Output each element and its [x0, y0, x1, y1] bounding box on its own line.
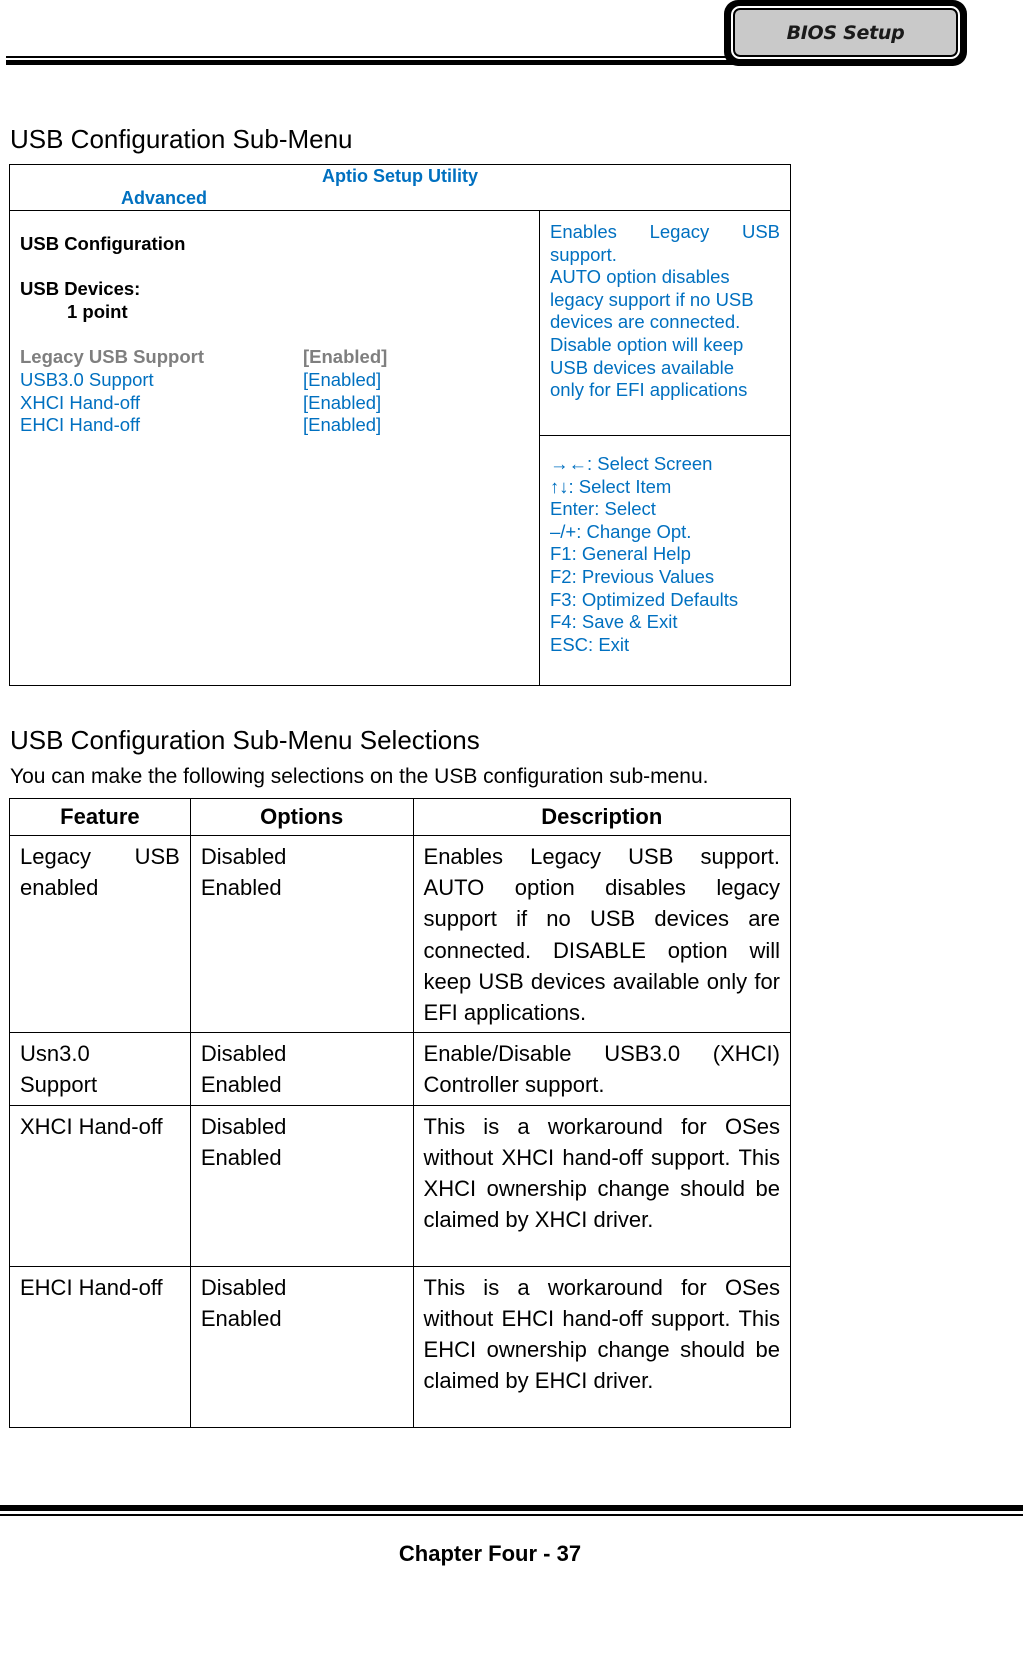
usb-devices-label: USB Devices: [20, 278, 141, 299]
help-line: Enables Legacy USB [550, 221, 780, 244]
header-feature: Feature [9, 798, 191, 836]
help-word: USB [741, 221, 780, 242]
options-cell: Disabled Enabled [189, 1104, 414, 1267]
bios-header: Aptio Setup Utility Advanced [10, 165, 790, 211]
setting-usb30-label[interactable]: USB3.0 Support [20, 369, 154, 392]
header-rule-thin [6, 56, 730, 58]
header-tab-label: BIOS Setup [786, 21, 905, 44]
bios-keys-panel: →←: Select Screen ↑↓: Select Item Enter:… [540, 436, 790, 685]
section-title-selections: USB Configuration Sub-Menu Selections [10, 725, 480, 755]
option-value: Disabled [200, 844, 287, 869]
key-change-opt: –/+: Change Opt. [550, 520, 692, 542]
option-value: Enabled [200, 875, 282, 901]
bios-help-panel: Enables Legacy USB support. AUTO option … [540, 211, 790, 436]
setting-xhci-label[interactable]: XHCI Hand-off [20, 392, 140, 415]
options-table: Feature Options Description Legacy USB e… [9, 798, 792, 1428]
description-cell: Enable/Disable USB3.0 (XHCI) Controller … [412, 1032, 792, 1106]
key-legend: →←: Select Screen ↑↓: Select Item Enter:… [550, 453, 738, 656]
table-row: Usn3.0 Support Disabled Enabled Enable/D… [9, 1032, 792, 1106]
option-value: Disabled [200, 1041, 287, 1067]
feature-cell: EHCI Hand-off [9, 1265, 191, 1428]
table-row: EHCI Hand-off Disabled Enabled This is a… [9, 1265, 792, 1428]
table-row: XHCI Hand-off Disabled Enabled This is a… [9, 1104, 792, 1267]
help-text: Enables Legacy USB support. AUTO option … [550, 221, 780, 402]
table-header-row: Feature Options Description [9, 798, 792, 836]
bios-title: Aptio Setup Utility [322, 166, 478, 186]
footer-rule-thick [0, 1505, 1023, 1511]
help-word: Legacy [649, 221, 710, 242]
help-line: legacy support if no USB [550, 288, 754, 310]
section-title-submenu: USB Configuration Sub-Menu [10, 124, 353, 154]
options-cell: Disabled Enabled [189, 1265, 414, 1428]
header-tab: BIOS Setup [731, 6, 960, 59]
description-cell: Enables Legacy USB support. AUTO option … [412, 834, 792, 1034]
setting-ehci-label[interactable]: EHCI Hand-off [20, 414, 140, 437]
key-f4: F4: Save & Exit [550, 611, 678, 633]
bios-screen: Aptio Setup Utility Advanced USB Configu… [9, 164, 791, 686]
feature-cell: XHCI Hand-off [9, 1104, 191, 1267]
option-value: Enabled [200, 1144, 282, 1170]
setting-ehci-value[interactable]: [Enabled] [303, 414, 381, 437]
header-options: Options [189, 798, 414, 836]
intro-text: You can make the following selections on… [10, 765, 709, 788]
help-word: Enables [550, 221, 617, 242]
option-value: Disabled [200, 1113, 287, 1139]
option-value: Enabled [200, 1072, 282, 1098]
feature-text: Usn3.0 Support [20, 1041, 98, 1098]
help-line: AUTO option disables [550, 266, 730, 288]
key-esc: ESC: Exit [550, 633, 630, 655]
setting-legacy-usb-value[interactable]: [Enabled] [303, 346, 387, 369]
table-row: Legacy USB enabled Disabled Enabled Enab… [9, 834, 792, 1034]
key-enter: Enter: Select [550, 498, 656, 520]
description-cell: This is a workaround for OSes without XH… [412, 1104, 792, 1267]
bios-tab-advanced[interactable]: Advanced [121, 188, 207, 209]
help-line: Disable option will keep [550, 333, 744, 355]
setting-usb30-value[interactable]: [Enabled] [303, 369, 381, 392]
feature-cell: Usn3.0 Support [9, 1032, 191, 1106]
header-description: Description [412, 798, 792, 836]
page-number: Chapter Four - 37 [398, 1541, 582, 1566]
key-select-screen: →←: Select Screen [550, 453, 713, 474]
help-line: support. [550, 243, 617, 265]
option-value: Enabled [200, 1305, 282, 1331]
help-line: USB devices available [550, 356, 735, 378]
key-select-item: ↑↓: Select Item [550, 475, 672, 497]
bios-settings-panel: USB Configuration USB Devices: 1 point L… [10, 211, 540, 685]
option-value: Disabled [200, 1274, 287, 1300]
usb-devices-value: 1 point [67, 301, 128, 322]
setting-xhci-value[interactable]: [Enabled] [303, 392, 381, 415]
help-line: only for EFI applications [550, 379, 748, 401]
header-rule-thick [6, 60, 742, 65]
key-f3: F3: Optimized Defaults [550, 588, 739, 610]
key-f1: F1: General Help [550, 543, 691, 565]
footer-rule-thin [0, 1514, 1023, 1516]
help-line: devices are connected. [550, 311, 741, 333]
feature-cell: Legacy USB enabled [9, 834, 191, 1034]
bios-heading: USB Configuration [20, 233, 186, 254]
options-cell: Disabled Enabled [189, 834, 414, 1034]
description-cell: This is a workaround for OSes without EH… [412, 1265, 792, 1428]
options-cell: Disabled Enabled [189, 1032, 414, 1106]
key-f2: F2: Previous Values [550, 565, 715, 587]
setting-legacy-usb-label[interactable]: Legacy USB Support [20, 346, 204, 369]
